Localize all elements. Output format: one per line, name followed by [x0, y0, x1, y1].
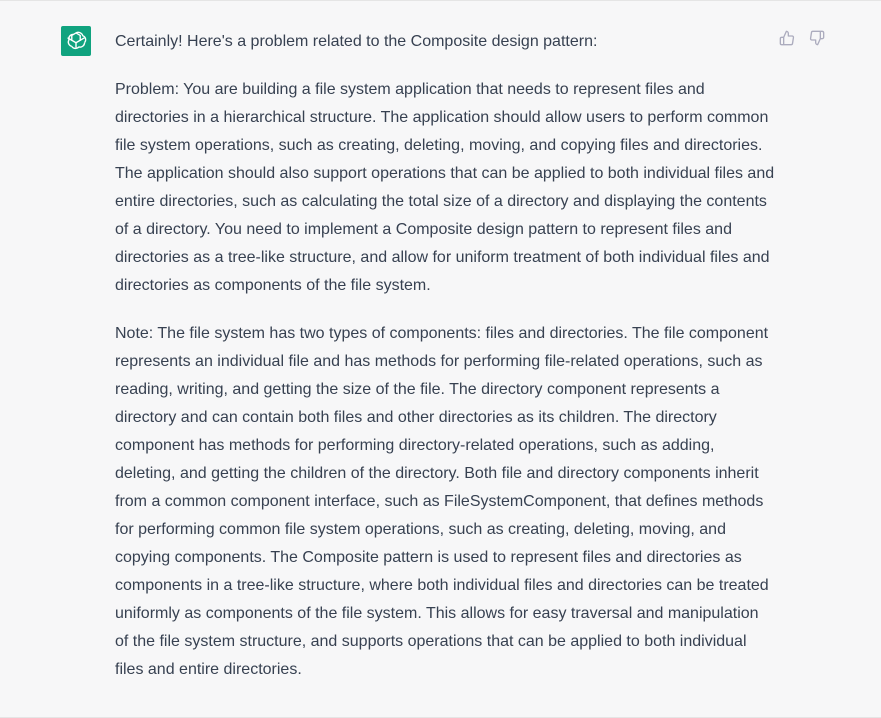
thumbs-up-button[interactable] — [778, 29, 796, 47]
thumbs-up-icon — [779, 30, 795, 46]
thumbs-down-button[interactable] — [808, 29, 826, 47]
message-paragraph-problem: Problem: You are building a file system … — [115, 81, 775, 294]
openai-logo-icon — [67, 31, 87, 50]
message-intro: Certainly! Here's a problem related to t… — [115, 33, 598, 50]
message-content: Certainly! Here's a problem related to t… — [115, 28, 775, 704]
feedback-buttons — [778, 29, 826, 47]
thumbs-down-icon — [809, 30, 825, 46]
message-paragraph-note: Note: The file system has two types of c… — [115, 325, 769, 678]
assistant-avatar — [61, 26, 91, 56]
assistant-message: Certainly! Here's a problem related to t… — [0, 0, 881, 718]
